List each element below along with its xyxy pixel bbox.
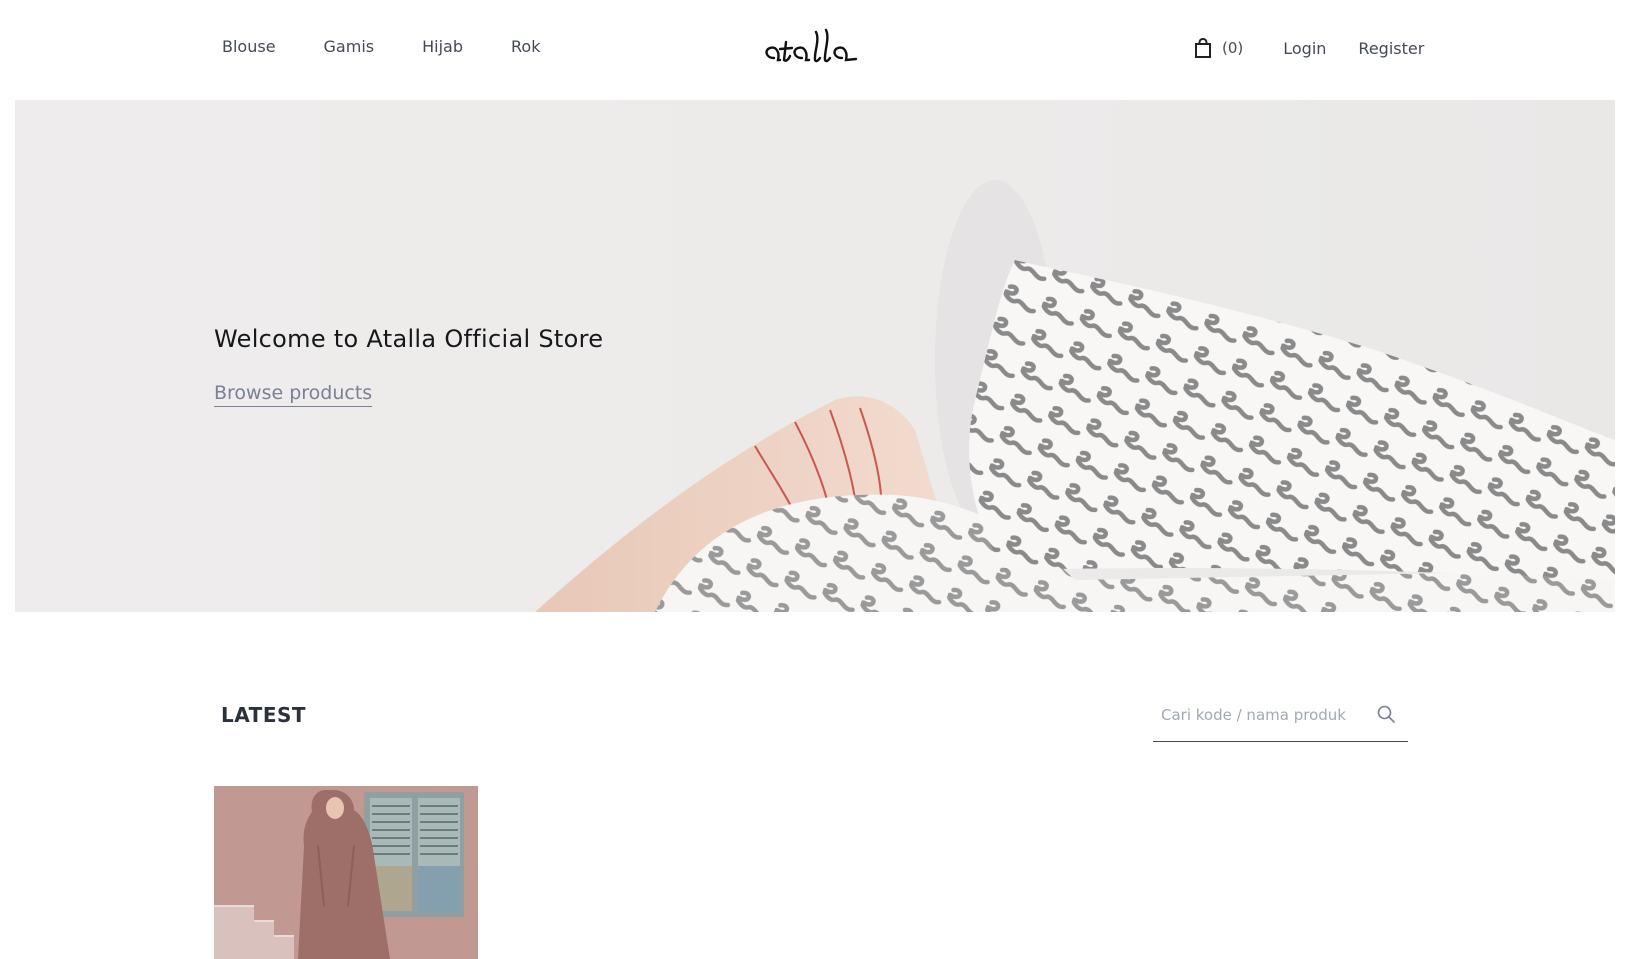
hero-banner: Welcome to Atalla Official Store Browse … (15, 100, 1615, 612)
browse-products-link[interactable]: Browse products (214, 382, 373, 407)
search-icon[interactable] (1376, 704, 1396, 724)
product-image (214, 786, 478, 959)
cart-count: (0) (1222, 39, 1244, 57)
login-link[interactable]: Login (1283, 39, 1326, 58)
site-header: Blouse Gamis Hijab Rok atalla (0) Login … (0, 0, 1629, 100)
search-input[interactable] (1161, 702, 1366, 728)
category-nav: Blouse Gamis Hijab Rok (222, 37, 588, 56)
nav-link-rok[interactable]: Rok (511, 37, 540, 56)
product-card[interactable] (214, 786, 478, 959)
hero-image (15, 100, 1615, 612)
account-nav: (0) Login Register (1192, 37, 1424, 59)
atalla-logo[interactable]: atalla (760, 22, 870, 72)
product-search (1153, 688, 1408, 742)
nav-link-blouse[interactable]: Blouse (222, 37, 276, 56)
nav-link-hijab[interactable]: Hijab (422, 37, 463, 56)
section-title-latest: LATEST (221, 703, 307, 727)
nav-link-gamis[interactable]: Gamis (324, 37, 375, 56)
hero-title: Welcome to Atalla Official Store (214, 325, 604, 353)
cart-button[interactable]: (0) (1192, 37, 1243, 59)
register-link[interactable]: Register (1358, 39, 1424, 58)
shopping-bag-icon (1195, 37, 1211, 58)
